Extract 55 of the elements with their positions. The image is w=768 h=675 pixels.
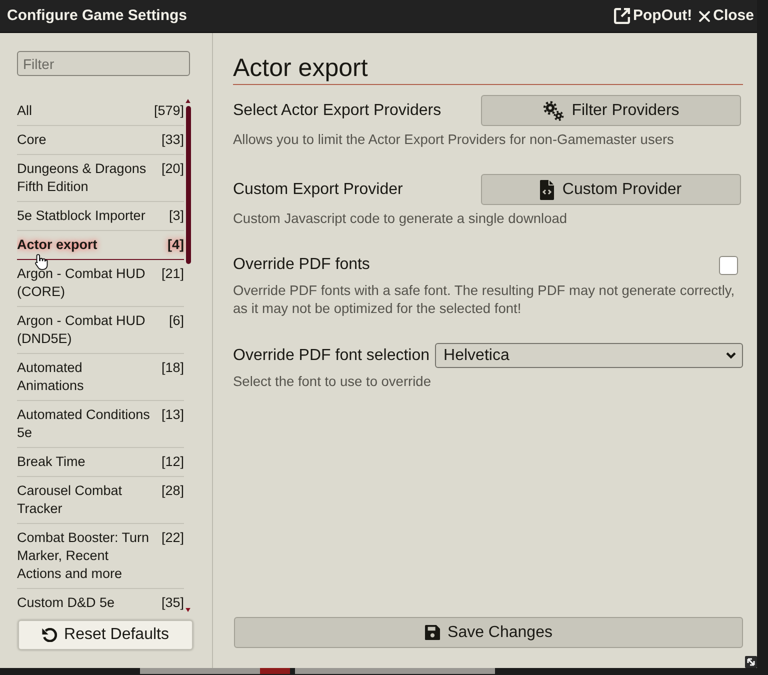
setting-label: Custom Export Provider [233, 180, 403, 200]
category-tab[interactable]: Core [33] [17, 126, 184, 155]
item-count: [579] [152, 102, 184, 120]
code-file-icon [540, 180, 554, 200]
setting-hint: Select the font to use to override [233, 373, 432, 391]
window-title: Configure Game Settings [7, 6, 188, 26]
undo-icon [42, 628, 58, 642]
category-tab[interactable]: All [579] [17, 97, 184, 126]
item-count: [33] [160, 131, 184, 149]
filter-providers-button[interactable]: Filter Providers [481, 95, 741, 126]
item-count: [3] [168, 207, 184, 225]
scrollbar-thumb[interactable] [186, 106, 190, 264]
category-tab[interactable]: Dungeons & Dragons Fifth Edition [20] [17, 155, 184, 202]
resize-handle-icon[interactable] [745, 656, 757, 668]
external-link-icon [614, 8, 630, 24]
category-tab[interactable]: Automated Animations [18] [17, 354, 184, 401]
category-tab[interactable]: Argon - Combat HUD (DND5E) [6] [17, 307, 184, 354]
gears-icon [542, 100, 564, 120]
category-tab[interactable]: Break Time [12] [17, 448, 184, 477]
popout-button[interactable]: PopOut! [614, 4, 692, 28]
category-tab[interactable]: Combat Booster: Turn Marker, Recent Actions and more [22] [17, 524, 184, 589]
category-tab[interactable]: 5e Statblock Importer [3] [17, 202, 184, 231]
item-count: [22] [160, 529, 184, 547]
item-count: [13] [160, 406, 184, 424]
scroll-up-arrow-icon[interactable] [185, 99, 191, 103]
setting-hint: Allows you to limit the Actor Export Providers for non-Gamemaster users [233, 131, 675, 149]
item-count: [35] [160, 594, 184, 612]
scroll-down-arrow-icon[interactable] [185, 608, 191, 612]
font-select[interactable]: Helvetica [434, 343, 743, 368]
setting-hint: Override PDF fonts with a safe font. The resulting PDF may not generate correctly, as it may not be optimized for the selected font! [233, 282, 736, 318]
item-count: [21] [160, 265, 184, 283]
custom-provider-button[interactable]: Custom Provider [481, 174, 741, 205]
item-count: [18] [160, 359, 184, 377]
close-button[interactable]: Close [699, 4, 754, 28]
category-tab[interactable]: Carousel Combat Tracker [28] [17, 477, 184, 524]
section-heading: Actor export [233, 52, 743, 85]
close-icon [699, 10, 710, 22]
hand-cursor-icon [35, 254, 48, 270]
filter-field[interactable]: Filter [17, 51, 190, 76]
checkbox[interactable] [719, 256, 738, 274]
save-icon [424, 625, 440, 640]
setting-hint: Custom Javascript code to generate a single download [233, 210, 568, 228]
save-changes-button[interactable]: Save Changes [234, 617, 743, 648]
setting-label: Override PDF font selection [233, 346, 430, 366]
item-count: [20] [160, 160, 184, 178]
item-count: [28] [160, 482, 184, 500]
item-count: [4] [166, 236, 184, 254]
item-count: [12] [160, 453, 184, 471]
category-tab[interactable]: Custom D&D 5e [35] [17, 589, 184, 617]
reset-defaults-button[interactable]: Reset Defaults [18, 620, 193, 650]
chevron-down-icon [726, 352, 736, 359]
category-tab[interactable]: Automated Conditions 5e [13] [17, 401, 184, 448]
setting-label: Override PDF fonts [233, 255, 370, 275]
setting-label: Select Actor Export Providers [233, 100, 442, 120]
item-count: [6] [168, 312, 184, 330]
